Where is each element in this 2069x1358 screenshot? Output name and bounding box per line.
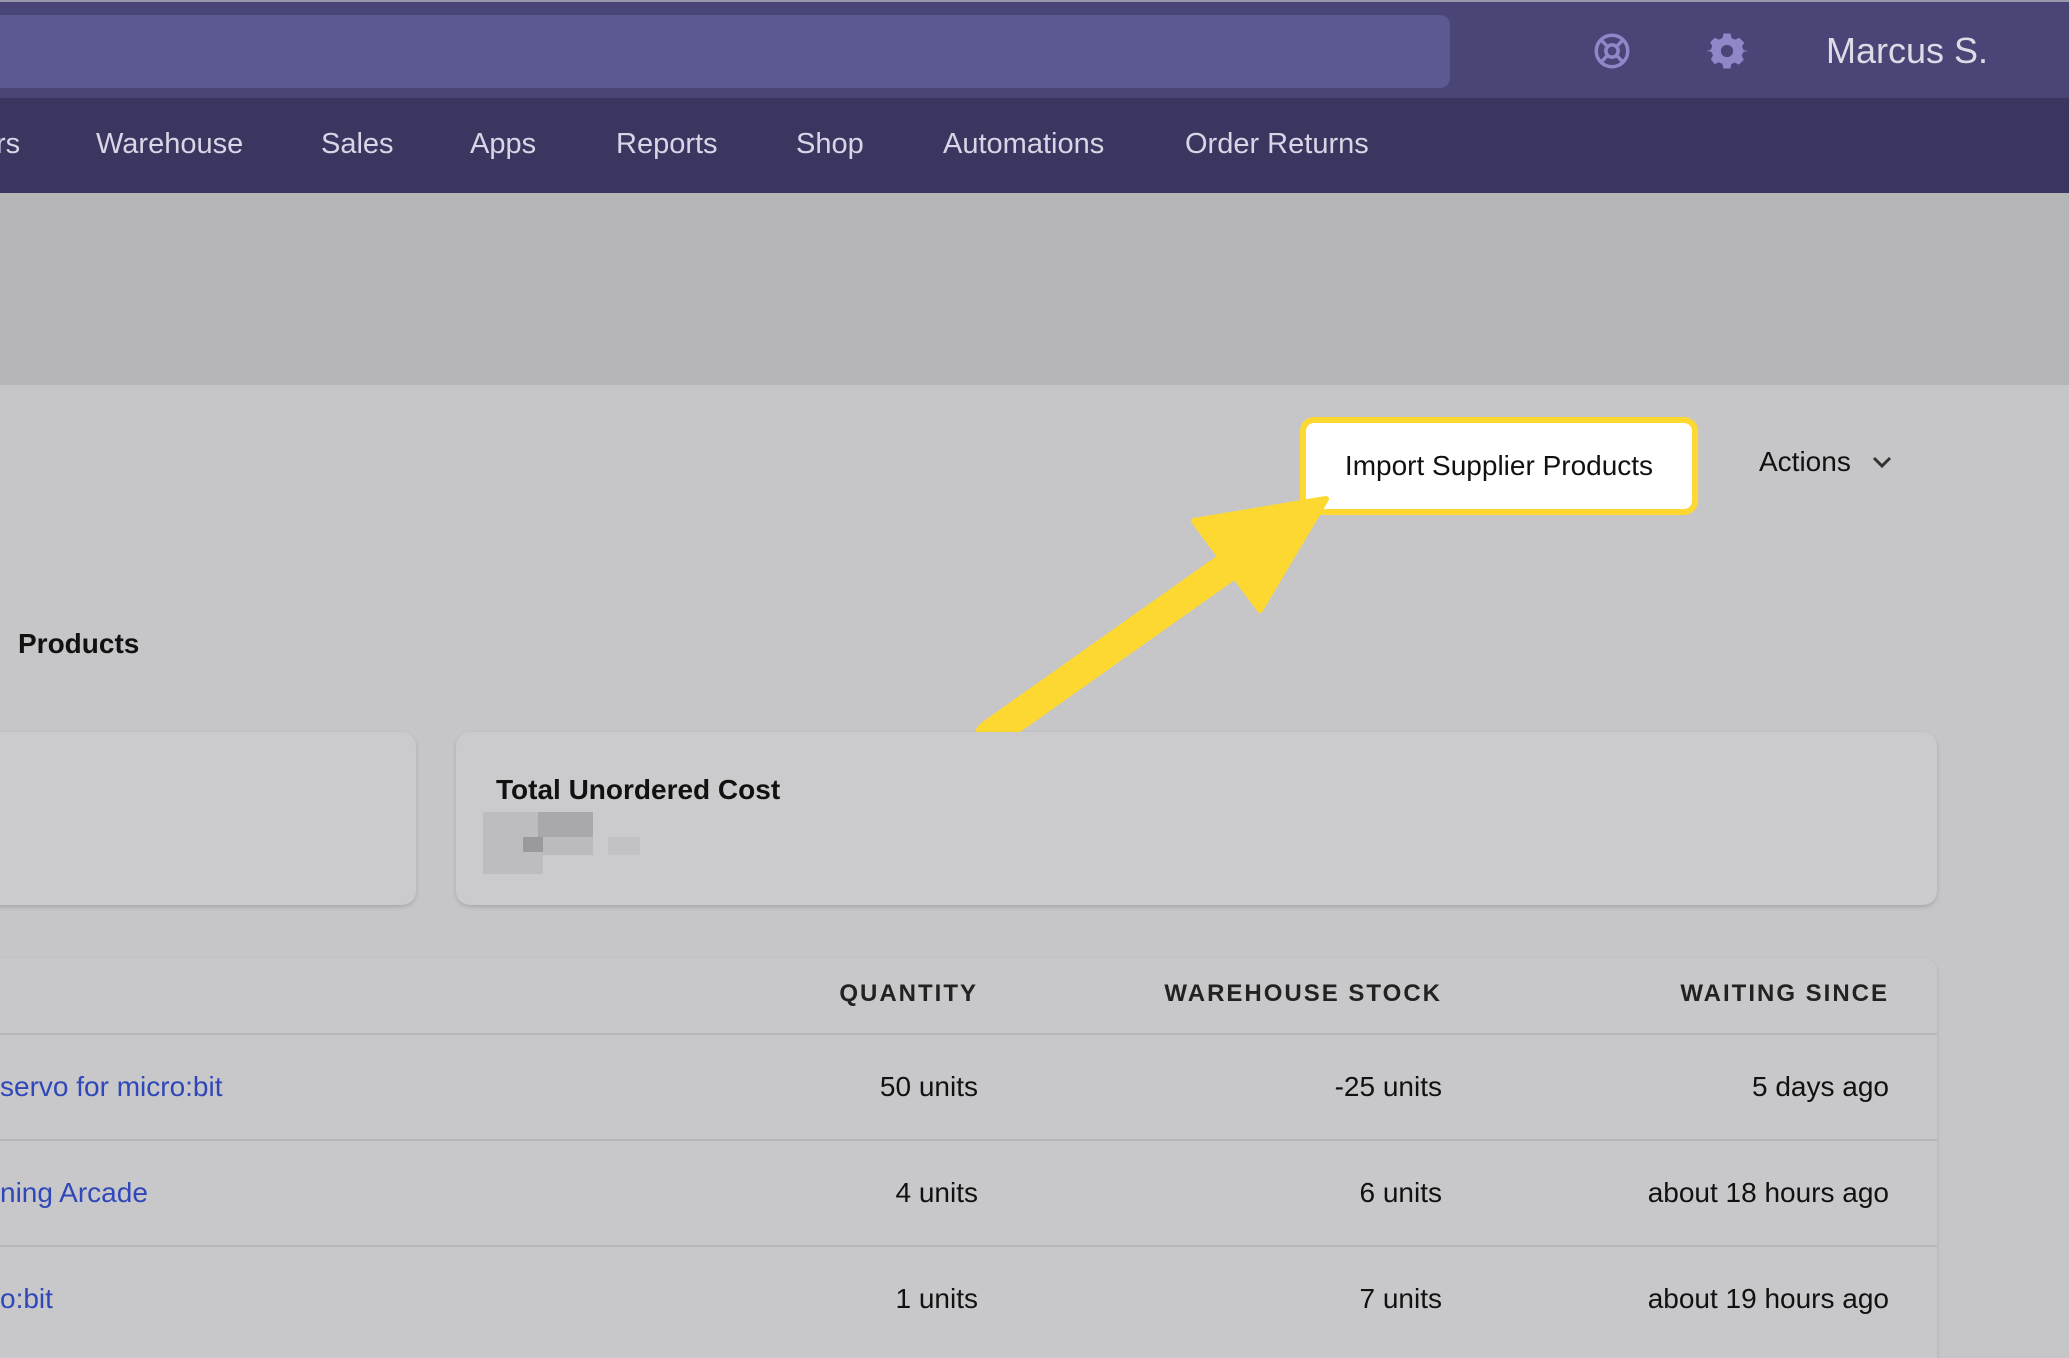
product-link[interactable]: servo for micro:bit	[0, 1071, 223, 1103]
waiting-cell: about 18 hours ago	[1647, 1177, 1889, 1208]
product-link[interactable]: o:bit	[0, 1283, 53, 1315]
quantity-cell: 4 units	[895, 1177, 979, 1208]
column-header-quantity[interactable]: QUANTITY	[839, 980, 978, 1008]
quantity-cell: 50 units	[879, 1071, 978, 1102]
page-title: Products	[18, 628, 140, 659]
redacted-value	[483, 812, 640, 874]
stock-cell: 6 units	[1359, 1177, 1443, 1208]
waiting-cell: about 19 hours ago	[1647, 1283, 1889, 1314]
column-header-warehouse-stock[interactable]: WAREHOUSE STOCK	[1164, 980, 1442, 1008]
table-row: o:bit 1 units 7 units about 19 hours ago	[0, 1245, 1937, 1351]
total-unordered-cost-card: Total Unordered Cost	[456, 732, 1937, 905]
table-row: ning Arcade 4 units 6 units about 18 hou…	[0, 1139, 1937, 1245]
table-row: servo for micro:bit 50 units -25 units 5…	[0, 1033, 1937, 1139]
column-header-waiting-since[interactable]: WAITING SINCE	[1680, 980, 1889, 1008]
products-table: QUANTITY WAREHOUSE STOCK WAITING SINCE s…	[0, 958, 1937, 1358]
card-label: Total Unordered Cost	[496, 774, 781, 805]
waiting-cell: 5 days ago	[1752, 1071, 1889, 1102]
product-link[interactable]: ning Arcade	[0, 1177, 148, 1209]
stock-cell: -25 units	[1334, 1071, 1442, 1102]
stock-cell: 7 units	[1359, 1283, 1443, 1314]
summary-card	[0, 732, 416, 905]
quantity-cell: 1 units	[895, 1283, 979, 1314]
